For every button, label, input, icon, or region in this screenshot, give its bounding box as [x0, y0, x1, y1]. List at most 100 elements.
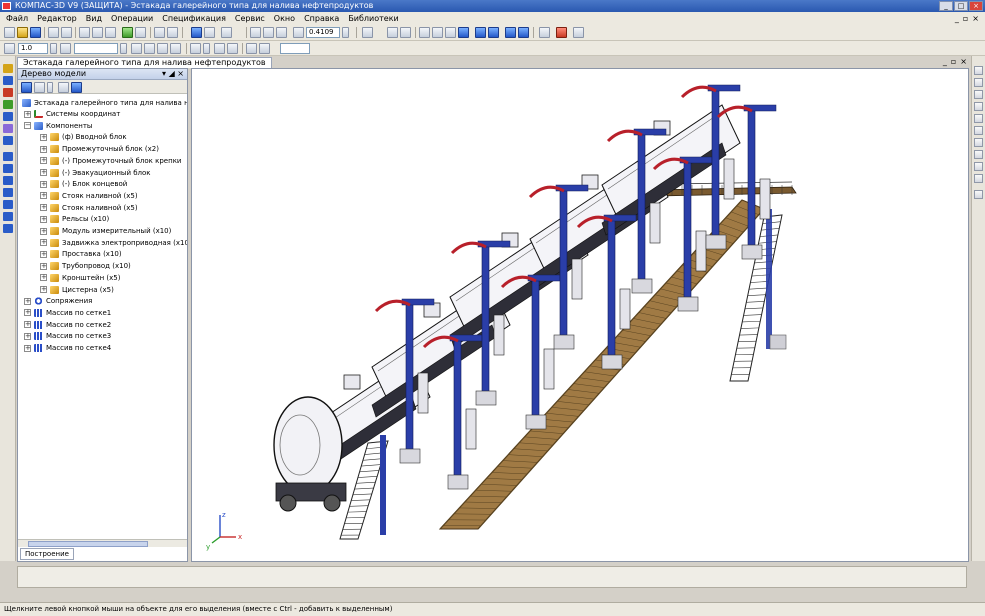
tree-item[interactable]: + (-) Блок концевой — [40, 179, 127, 190]
snap-settings-icon[interactable] — [259, 43, 270, 54]
shaded-edges-icon[interactable] — [488, 27, 499, 38]
tree-root[interactable]: Эстакада галерейного типа для налива неф… — [22, 98, 187, 109]
menu-window[interactable]: Окно — [274, 14, 295, 23]
view-left-icon[interactable] — [974, 114, 983, 123]
tree-filter-icon[interactable] — [58, 82, 69, 93]
expand-toggle-icon[interactable]: + — [24, 321, 31, 329]
variables-icon[interactable] — [204, 27, 215, 38]
tree-item[interactable]: − Компоненты — [24, 121, 92, 132]
zoom-out-icon[interactable] — [276, 27, 287, 38]
menu-operations[interactable]: Операции — [111, 14, 153, 23]
mates-icon[interactable] — [3, 136, 13, 145]
layer-icon[interactable] — [60, 43, 71, 54]
expand-toggle-icon[interactable]: + — [40, 180, 47, 188]
assembly-ops-icon[interactable] — [3, 76, 13, 85]
view-iso-icon[interactable] — [974, 138, 983, 147]
style-icon[interactable] — [131, 43, 142, 54]
model-viewport[interactable]: z x y — [191, 68, 969, 562]
tree-item[interactable]: + Задвижка электроприводная (x10) — [40, 238, 187, 249]
expand-toggle-icon[interactable]: + — [40, 262, 47, 270]
ortho-icon[interactable] — [227, 43, 238, 54]
document-tab[interactable]: Эстакада галерейного типа для налива неф… — [17, 57, 272, 68]
expand-toggle-icon[interactable]: + — [24, 309, 31, 317]
tree-item[interactable]: + (-) Эвакуационный блок — [40, 168, 151, 179]
layer-dropdown-icon[interactable] — [120, 43, 127, 54]
pan-icon[interactable] — [387, 27, 398, 38]
expand-toggle-icon[interactable]: + — [24, 110, 31, 118]
perspective-icon[interactable] — [505, 27, 516, 38]
measure-icon[interactable] — [539, 27, 550, 38]
menu-file[interactable]: Файл — [6, 14, 28, 23]
tools-icon[interactable] — [556, 27, 567, 38]
zoom-dropdown-icon[interactable] — [342, 27, 349, 38]
properties-icon[interactable] — [122, 27, 133, 38]
expand-toggle-icon[interactable]: + — [40, 169, 47, 176]
view-normal-icon[interactable] — [974, 162, 983, 171]
tree-item[interactable]: + (-) Промежуточный блок крепки — [40, 156, 181, 167]
menu-edit[interactable]: Редактор — [37, 14, 77, 23]
mdi-restore-icon[interactable]: ▫ — [963, 14, 968, 23]
menu-libraries[interactable]: Библиотеки — [348, 14, 398, 23]
menu-service[interactable]: Сервис — [235, 14, 265, 23]
menu-specification[interactable]: Спецификация — [162, 14, 226, 23]
expand-toggle-icon[interactable]: + — [40, 286, 47, 293]
view-back-icon[interactable] — [974, 78, 983, 87]
tree-item[interactable]: + Цистерна (x5) — [40, 285, 114, 296]
zoom-scale-icon[interactable] — [293, 27, 304, 38]
elements-oriented-icon[interactable] — [3, 212, 13, 221]
tree-item[interactable]: + Массив по сетке2 — [24, 320, 111, 331]
arrays-icon[interactable] — [3, 112, 13, 121]
expand-toggle-icon[interactable]: − — [24, 122, 31, 130]
minimize-button[interactable]: _ — [939, 1, 953, 11]
wireframe-icon[interactable] — [419, 27, 430, 38]
no-hidden-icon[interactable] — [458, 27, 469, 38]
reports-icon[interactable] — [3, 188, 13, 197]
zoom-in-icon[interactable] — [263, 27, 274, 38]
new-document-icon[interactable] — [4, 27, 15, 38]
expand-toggle-icon[interactable]: + — [40, 274, 47, 282]
tree-item[interactable]: + Массив по сетке1 — [24, 308, 111, 319]
cut-icon[interactable] — [79, 27, 90, 38]
preview-icon[interactable] — [61, 27, 72, 38]
coord-input[interactable] — [280, 43, 310, 54]
expand-toggle-icon[interactable]: + — [24, 344, 31, 352]
expand-toggle-icon[interactable]: + — [40, 227, 47, 235]
tree-item[interactable]: + Системы координат — [24, 109, 120, 120]
expand-toggle-icon[interactable]: + — [40, 215, 47, 223]
grid-dropdown-icon[interactable] — [203, 43, 210, 54]
mdi-minimize-icon[interactable]: _ — [955, 14, 959, 23]
step-input[interactable]: 1.0 — [18, 43, 48, 54]
aux-geometry-icon[interactable] — [3, 124, 13, 133]
spec-icon[interactable] — [3, 176, 13, 185]
menu-view[interactable]: Вид — [86, 14, 102, 23]
doc-restore-icon[interactable]: ▫ — [951, 57, 956, 66]
filters-icon[interactable] — [3, 164, 13, 173]
expand-toggle-icon[interactable]: + — [24, 297, 31, 305]
doc-close-icon[interactable]: × — [960, 57, 967, 66]
open-folder-icon[interactable] — [17, 27, 28, 38]
expand-toggle-icon[interactable]: + — [40, 157, 47, 165]
shaded-icon[interactable] — [475, 27, 486, 38]
tree-settings-icon[interactable] — [71, 82, 82, 93]
tree-item[interactable]: + Стояк наливной (x5) — [40, 203, 138, 214]
grid-icon[interactable] — [190, 43, 201, 54]
library-icon[interactable] — [573, 27, 584, 38]
tab-construction[interactable]: Построение — [20, 548, 74, 560]
pin-icon[interactable]: ▾ ◢ — [162, 69, 177, 78]
tree-order-dropdown-icon[interactable] — [47, 82, 53, 93]
tree-item[interactable]: + Проставка (x10) — [40, 249, 122, 260]
snap-icon[interactable] — [246, 43, 257, 54]
rotate-icon[interactable] — [400, 27, 411, 38]
view-top-icon[interactable] — [974, 90, 983, 99]
expand-toggle-icon[interactable]: + — [40, 133, 47, 141]
doc-minimize-icon[interactable]: _ — [943, 57, 947, 66]
model-scene[interactable]: z x y — [192, 69, 969, 562]
tree-item[interactable]: + Промежуточный блок (x2) — [40, 144, 159, 155]
tree-order-icon[interactable] — [34, 82, 45, 93]
list-icon[interactable] — [135, 27, 146, 38]
menu-help[interactable]: Справка — [304, 14, 339, 23]
expand-toggle-icon[interactable]: + — [40, 239, 47, 247]
view-bottom-icon[interactable] — [974, 102, 983, 111]
expand-toggle-icon[interactable]: + — [40, 250, 47, 258]
tree-item[interactable]: + Модуль измерительный (x10) — [40, 226, 171, 237]
